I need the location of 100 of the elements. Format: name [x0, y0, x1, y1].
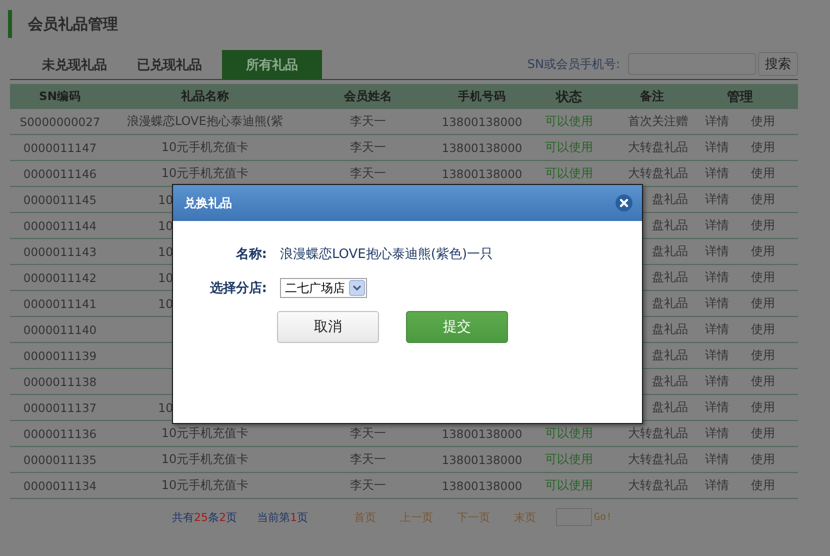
- column-header: 手机号码: [457, 89, 507, 104]
- total-count: 共有25条2页: [172, 510, 237, 524]
- table-cell: 李天一: [350, 166, 386, 180]
- table-cell: 盘礼品: [652, 322, 688, 336]
- table-cell: 13800138000: [442, 114, 522, 128]
- gift-name: 浪漫蝶恋LOVE抱心泰迪熊(紫色)一只: [280, 246, 494, 263]
- use-link[interactable]: 使用: [751, 192, 775, 206]
- table-cell: 10: [158, 296, 174, 310]
- cancel-button[interactable]: 取消: [277, 311, 379, 343]
- use-link[interactable]: 使用: [751, 348, 775, 362]
- table-cell: 13800138000: [442, 452, 522, 466]
- detail-link[interactable]: 详情: [705, 348, 729, 362]
- column-header: 备注: [639, 88, 665, 105]
- detail-link[interactable]: 详情: [705, 166, 729, 180]
- detail-link[interactable]: 详情: [705, 322, 729, 336]
- table-cell: 10: [158, 218, 174, 232]
- table-cell: 盘礼品: [652, 244, 688, 258]
- table-cell: 0000011134: [23, 478, 97, 492]
- detail-link[interactable]: 详情: [705, 140, 729, 154]
- table-cell: 10元手机充值卡: [161, 166, 249, 180]
- table-cell: 0000011136: [23, 426, 97, 440]
- column-header: SN编码: [38, 89, 82, 104]
- use-link[interactable]: 使用: [751, 218, 775, 232]
- table-cell: 0000011135: [23, 452, 97, 466]
- status-text: 可以使用: [545, 452, 593, 466]
- table-cell: 10元手机充值卡: [161, 478, 249, 492]
- search-button[interactable]: 搜索: [758, 52, 798, 76]
- detail-link[interactable]: 详情: [705, 244, 729, 258]
- table-cell: 大转盘礼品: [628, 140, 688, 154]
- use-link[interactable]: 使用: [751, 374, 775, 388]
- tab[interactable]: 未兑现礼品: [32, 50, 117, 79]
- table-cell: 李天一: [350, 114, 386, 128]
- go-link[interactable]: Go!: [594, 512, 612, 522]
- table-cell: 0000011142: [23, 270, 97, 284]
- close-icon[interactable]: [615, 194, 633, 212]
- table-cell: 0000011147: [23, 140, 97, 154]
- submit-button[interactable]: 提交: [406, 311, 508, 343]
- column-header: 礼品名称: [180, 88, 230, 105]
- table-cell: 0000011146: [23, 166, 97, 180]
- table-cell: 0000011140: [23, 322, 97, 336]
- table-cell: 0000011144: [23, 218, 97, 232]
- detail-link[interactable]: 详情: [705, 218, 729, 232]
- page-link[interactable]: 末页: [514, 510, 536, 524]
- table-cell: 13800138000: [442, 478, 522, 492]
- table-cell: 盘礼品: [652, 218, 688, 232]
- table-cell: 13800138000: [442, 426, 522, 440]
- tab[interactable]: 已兑现礼品: [127, 50, 212, 79]
- table-cell: 10元手机充值卡: [161, 140, 249, 154]
- detail-link[interactable]: 详情: [705, 452, 729, 466]
- use-link[interactable]: 使用: [751, 270, 775, 284]
- table-cell: 0000011139: [23, 348, 97, 362]
- detail-link[interactable]: 详情: [705, 114, 729, 128]
- table-cell: 0000011141: [23, 296, 97, 310]
- table-cell: 10: [158, 270, 174, 284]
- tab[interactable]: 所有礼品: [222, 50, 322, 79]
- table-cell: 0000011138: [23, 374, 97, 388]
- detail-link[interactable]: 详情: [705, 296, 729, 310]
- page-link[interactable]: 上一页: [400, 510, 433, 524]
- status-text: 可以使用: [545, 426, 593, 440]
- column-header: 状态: [554, 88, 583, 106]
- table-cell: 李天一: [350, 140, 386, 154]
- table-cell: 盘礼品: [652, 270, 688, 284]
- name-label: 名称:: [234, 246, 267, 263]
- table-cell: 大转盘礼品: [628, 478, 688, 492]
- use-link[interactable]: 使用: [751, 322, 775, 336]
- column-header: 管理: [726, 88, 754, 106]
- store-select[interactable]: 二七广场店: [280, 278, 367, 298]
- table-cell: 0000011145: [23, 192, 97, 206]
- detail-link[interactable]: 详情: [705, 426, 729, 440]
- page-title: 会员礼品管理: [28, 14, 118, 34]
- table-cell: 浪漫蝶恋LOVE抱心泰迪熊(紫: [127, 114, 283, 128]
- table-cell: 13800138000: [442, 140, 522, 154]
- use-link[interactable]: 使用: [751, 114, 775, 128]
- table-cell: 盘礼品: [652, 348, 688, 362]
- status-text: 可以使用: [545, 478, 593, 492]
- detail-link[interactable]: 详情: [705, 478, 729, 492]
- table-cell: 盘礼品: [652, 374, 688, 388]
- page-link[interactable]: 首页: [354, 510, 376, 524]
- column-header: 会员姓名: [343, 88, 393, 105]
- use-link[interactable]: 使用: [751, 426, 775, 440]
- current-page: 当前第1页: [257, 510, 308, 524]
- store-label: 选择分店:: [208, 280, 267, 297]
- table-cell: 13800138000: [442, 166, 522, 180]
- detail-link[interactable]: 详情: [705, 270, 729, 284]
- detail-link[interactable]: 详情: [705, 400, 729, 414]
- use-link[interactable]: 使用: [751, 166, 775, 180]
- use-link[interactable]: 使用: [751, 452, 775, 466]
- table-cell: 盘礼品: [652, 296, 688, 310]
- table-cell: 10: [158, 192, 174, 206]
- table-cell: 10: [158, 400, 174, 414]
- use-link[interactable]: 使用: [751, 140, 775, 154]
- table-cell: 盘礼品: [652, 400, 688, 414]
- table-cell: 李天一: [350, 478, 386, 492]
- page-link[interactable]: 下一页: [457, 510, 490, 524]
- use-link[interactable]: 使用: [751, 400, 775, 414]
- detail-link[interactable]: 详情: [705, 374, 729, 388]
- detail-link[interactable]: 详情: [705, 192, 729, 206]
- use-link[interactable]: 使用: [751, 244, 775, 258]
- use-link[interactable]: 使用: [751, 478, 775, 492]
- use-link[interactable]: 使用: [751, 296, 775, 310]
